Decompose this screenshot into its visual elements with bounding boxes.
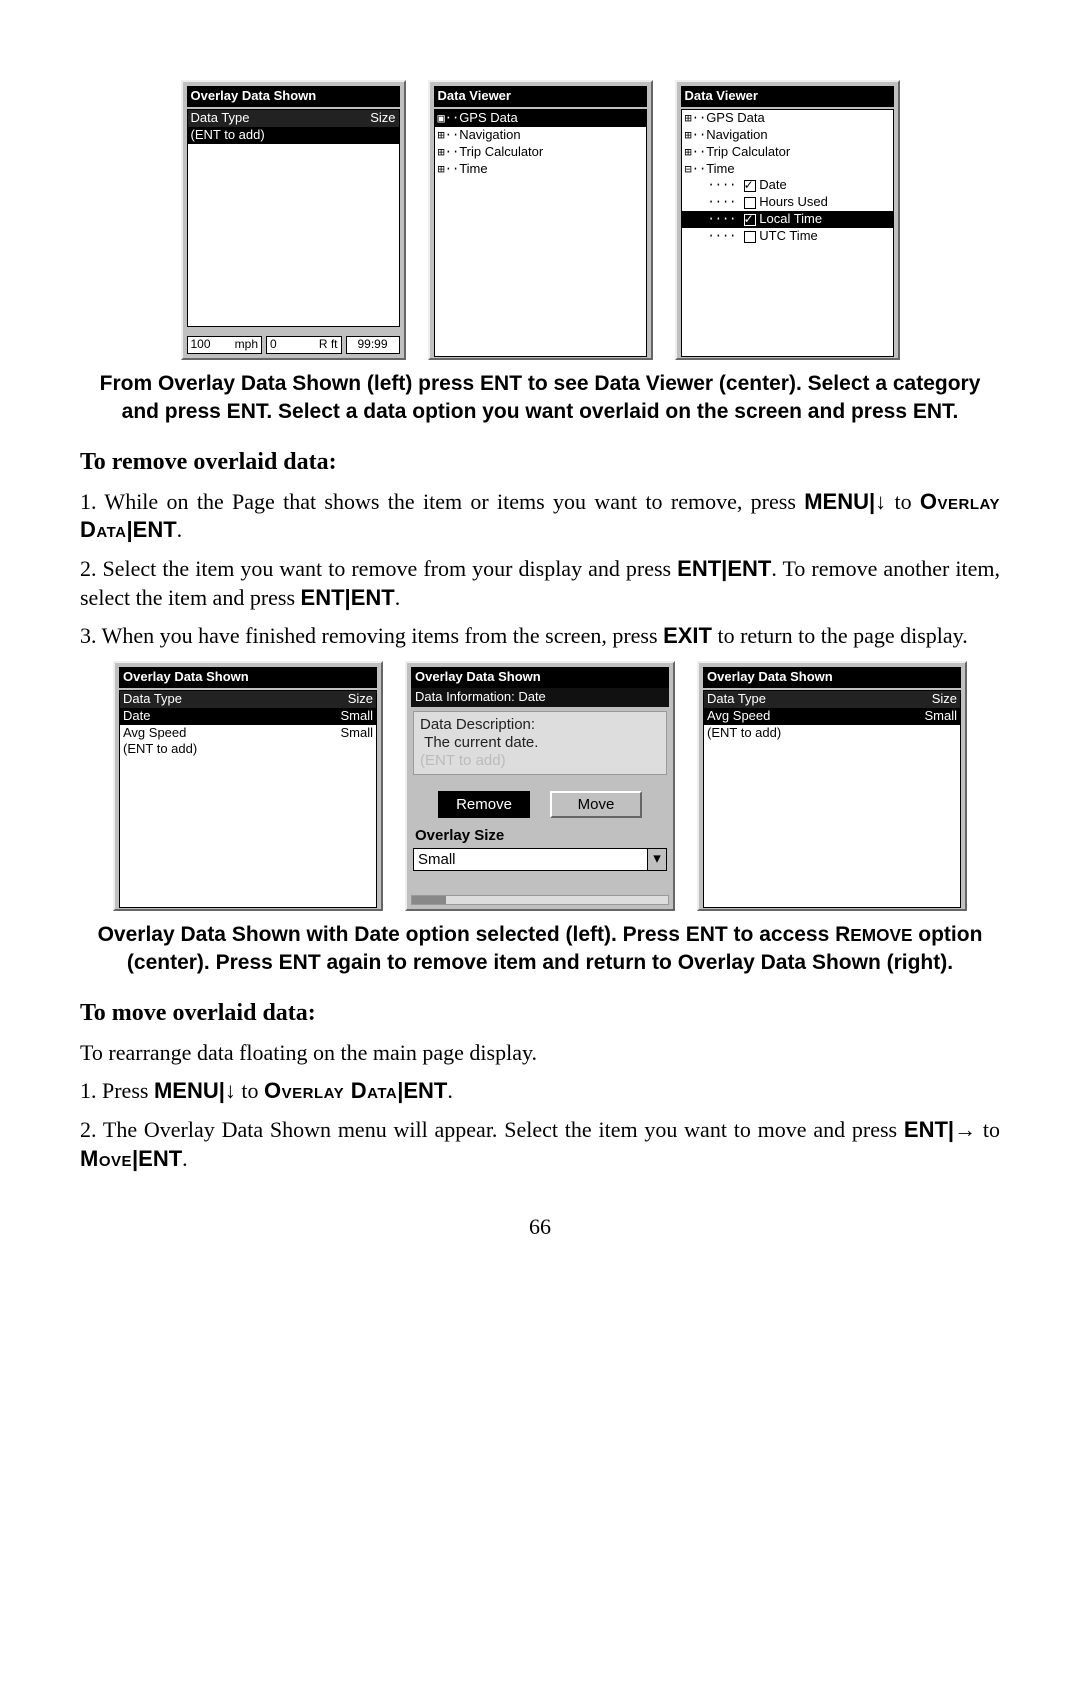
- overlay-listbox: Data Type Size (ENT to add): [187, 109, 400, 327]
- checkbox-icon: [744, 231, 756, 243]
- collapse-icon: ⊟··: [685, 162, 707, 176]
- expand-icon: ⊞··: [685, 128, 707, 142]
- overlay-data-shown-panel-empty: Overlay Data Shown Data Type Size (ENT t…: [181, 80, 406, 360]
- list-item[interactable]: (ENT to add): [704, 725, 960, 742]
- expand-icon: ▣··: [438, 111, 460, 125]
- list-item[interactable]: Avg SpeedSmall: [120, 725, 376, 742]
- data-viewer-panel-collapsed: Data Viewer ▣··GPS Data ⊞··Navigation ⊞·…: [428, 80, 653, 360]
- paragraph: 2. Select the item you want to remove fr…: [80, 555, 1000, 612]
- description-label: Data Description:: [420, 716, 660, 734]
- status-bar: 100mph 0R ft 99:99: [187, 336, 400, 354]
- dropdown-value: Small: [414, 849, 647, 871]
- list-item[interactable]: (ENT to add): [188, 127, 399, 144]
- panel-title: Data Viewer: [434, 86, 647, 107]
- tree-listbox: ⊞··GPS Data ⊞··Navigation ⊞··Trip Calcul…: [681, 109, 894, 357]
- checkbox-icon: [744, 197, 756, 209]
- tree-item[interactable]: ⊞··Trip Calculator: [682, 144, 893, 161]
- panel-title: Overlay Data Shown: [119, 667, 377, 688]
- tree-item[interactable]: ⊞··GPS Data: [682, 110, 893, 127]
- expand-icon: ⊞··: [685, 111, 707, 125]
- list-item[interactable]: Avg SpeedSmall: [704, 708, 960, 725]
- ghost-text: (ENT to add): [420, 752, 660, 770]
- tree-item[interactable]: ⊞··Navigation: [435, 127, 646, 144]
- tree-item[interactable]: ⊞··Time: [435, 161, 646, 178]
- column-header-datatype: Data Type: [123, 691, 182, 708]
- paragraph: 1. Press MENU|↓ to Overlay Data|ENT.: [80, 1077, 1000, 1106]
- figure-row-top: Overlay Data Shown Data Type Size (ENT t…: [80, 80, 1000, 360]
- checkbox-icon: [744, 180, 756, 192]
- heading-remove: To remove overlaid data:: [80, 447, 1000, 478]
- paragraph: 3. When you have finished removing items…: [80, 622, 1000, 651]
- data-information-panel: Overlay Data Shown Data Information: Dat…: [405, 661, 675, 911]
- overlay-data-shown-panel-after-remove: Overlay Data Shown Data Type Size Avg Sp…: [697, 661, 967, 911]
- expand-icon: ⊞··: [438, 145, 460, 159]
- paragraph: To rearrange data floating on the main p…: [80, 1039, 1000, 1068]
- list-item[interactable]: DateSmall: [120, 708, 376, 725]
- panel-subtitle: Data Information: Date: [411, 688, 669, 707]
- tree-item[interactable]: ⊞··Trip Calculator: [435, 144, 646, 161]
- tree-item[interactable]: ▣··GPS Data: [435, 110, 646, 127]
- list-item[interactable]: (ENT to add): [120, 741, 376, 758]
- panel-title: Overlay Data Shown: [411, 667, 669, 688]
- button-row: Remove Move: [411, 791, 669, 819]
- figure-row-bottom: Overlay Data Shown Data Type Size DateSm…: [80, 661, 1000, 911]
- expand-icon: ⊞··: [438, 128, 460, 142]
- overlay-size-label: Overlay Size: [411, 826, 669, 846]
- column-header-size: Size: [932, 691, 957, 708]
- overlay-size-dropdown[interactable]: Small ▾: [413, 848, 667, 872]
- description-card: Data Description: The current date. (ENT…: [413, 711, 667, 775]
- tree-child[interactable]: ···· Local Time: [682, 211, 893, 228]
- tree-item[interactable]: ⊟··Time: [682, 161, 893, 178]
- tree-child[interactable]: ···· Hours Used: [682, 194, 893, 211]
- figure-caption-top: From Overlay Data Shown (left) press ENT…: [80, 370, 1000, 427]
- checkbox-icon: [744, 214, 756, 226]
- page-number: 66: [80, 1213, 1000, 1242]
- figure-caption-bottom: Overlay Data Shown with Date option sele…: [80, 921, 1000, 978]
- panel-title: Data Viewer: [681, 86, 894, 107]
- overlay-data-shown-panel-date-selected: Overlay Data Shown Data Type Size DateSm…: [113, 661, 383, 911]
- column-header-size: Size: [370, 110, 395, 127]
- scrollbar[interactable]: [411, 895, 669, 905]
- overlay-listbox: Data Type Size Avg SpeedSmall (ENT to ad…: [703, 690, 961, 908]
- column-header-datatype: Data Type: [707, 691, 766, 708]
- data-viewer-panel-expanded: Data Viewer ⊞··GPS Data ⊞··Navigation ⊞·…: [675, 80, 900, 360]
- column-header-datatype: Data Type: [191, 110, 250, 127]
- panel-title: Overlay Data Shown: [703, 667, 961, 688]
- description-value: The current date.: [424, 734, 538, 751]
- tree-child[interactable]: ···· UTC Time: [682, 228, 893, 245]
- overlay-listbox: Data Type Size DateSmall Avg SpeedSmall …: [119, 690, 377, 908]
- paragraph: 2. The Overlay Data Shown menu will appe…: [80, 1116, 1000, 1173]
- heading-move: To move overlaid data:: [80, 998, 1000, 1029]
- tree-child[interactable]: ···· Date: [682, 177, 893, 194]
- expand-icon: ⊞··: [685, 145, 707, 159]
- tree-listbox: ▣··GPS Data ⊞··Navigation ⊞··Trip Calcul…: [434, 109, 647, 357]
- tree-item[interactable]: ⊞··Navigation: [682, 127, 893, 144]
- paragraph: 1. While on the Page that shows the item…: [80, 488, 1000, 545]
- panel-title: Overlay Data Shown: [187, 86, 400, 107]
- chevron-down-icon: ▾: [647, 849, 666, 871]
- expand-icon: ⊞··: [438, 162, 460, 176]
- move-button[interactable]: Move: [550, 791, 642, 819]
- remove-button[interactable]: Remove: [438, 791, 530, 819]
- column-header-size: Size: [348, 691, 373, 708]
